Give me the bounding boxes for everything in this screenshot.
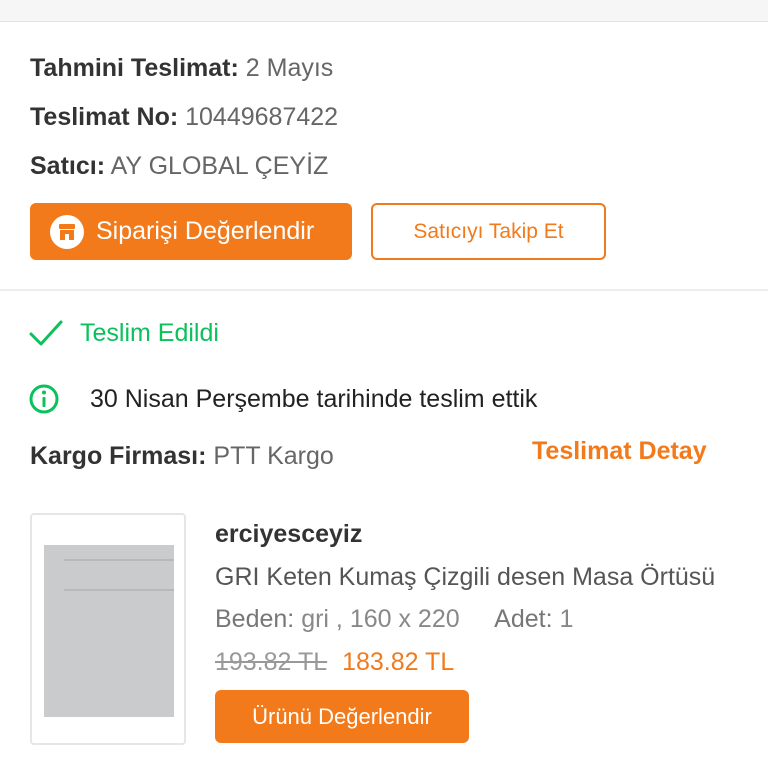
estimated-delivery: Tahmini Teslimat: 2 Mayıs <box>30 52 333 84</box>
check-icon <box>29 320 63 346</box>
delivery-number: Teslimat No: 10449687422 <box>30 101 338 133</box>
estimated-delivery-label: Tahmini Teslimat: <box>30 54 239 82</box>
quantity-value: 1 <box>559 605 574 633</box>
follow-seller-button[interactable]: Satıcıyı Takip Et <box>371 203 606 260</box>
info-icon <box>29 384 59 414</box>
delivery-detail-link[interactable]: Teslimat Detay <box>532 437 707 466</box>
rate-order-label: Siparişi Değerlendir <box>96 217 315 245</box>
delivery-number-label: Teslimat No: <box>30 103 179 131</box>
tablecloth-image <box>44 545 174 717</box>
delivery-status: Teslim Edildi <box>28 316 219 350</box>
section-divider <box>0 289 768 291</box>
top-strip <box>0 0 768 22</box>
product-image[interactable] <box>30 513 186 745</box>
seller-info: Satıcı: AY GLOBAL ÇEYİZ <box>30 150 328 182</box>
quantity-label: Adet: <box>494 605 553 633</box>
product-price: 193.82 TL 183.82 TL <box>215 648 454 677</box>
delivery-number-value: 10449687422 <box>185 103 339 131</box>
cargo-company: Kargo Firması: PTT Kargo <box>30 440 334 472</box>
size-label: Beden: <box>215 605 295 633</box>
cargo-value: PTT Kargo <box>213 442 334 470</box>
size-value: gri , 160 x 220 <box>301 605 460 633</box>
seller-label: Satıcı: <box>30 152 106 180</box>
estimated-delivery-value: 2 Mayıs <box>245 54 334 82</box>
cargo-label: Kargo Firması: <box>30 442 207 470</box>
product-name[interactable]: GRI Keten Kumaş Çizgili desen Masa Örtüs… <box>215 563 740 592</box>
product-seller[interactable]: erciyesceyiz <box>215 520 362 549</box>
delivery-note: 30 Nisan Perşembe tarihinde teslim ettik <box>28 381 537 417</box>
new-price: 183.82 TL <box>342 648 455 676</box>
note-text: 30 Nisan Perşembe tarihinde teslim ettik <box>90 384 538 413</box>
seller-value: AY GLOBAL ÇEYİZ <box>110 152 329 180</box>
rate-order-button[interactable]: Siparişi Değerlendir <box>30 203 352 260</box>
store-icon <box>50 214 84 249</box>
status-text: Teslim Edildi <box>80 318 219 347</box>
order-info-card: Tahmini Teslimat: 2 Mayıs Teslimat No: 1… <box>0 22 768 290</box>
rate-product-button[interactable]: Ürünü Değerlendir <box>215 690 469 743</box>
product-attributes: Beden: gri , 160 x 220 Adet: 1 <box>215 605 573 634</box>
old-price: 193.82 TL <box>215 648 328 676</box>
